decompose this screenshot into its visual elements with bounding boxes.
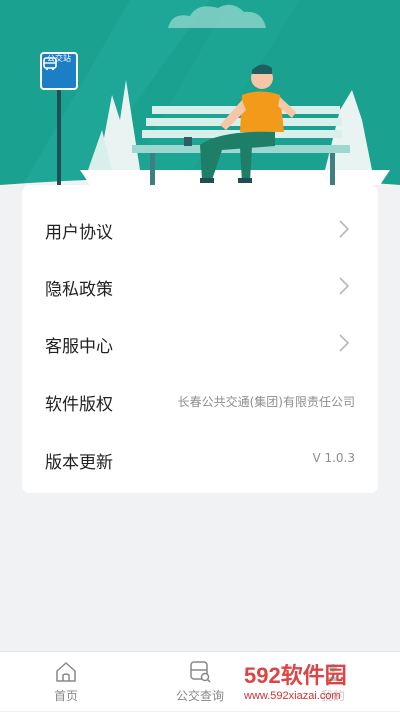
menu-item-user-agreement[interactable]: 用户协议	[22, 201, 378, 258]
home-icon	[56, 662, 76, 682]
site-watermark: 592软件园 www.592xiazai.com	[238, 652, 400, 711]
menu-item-label: 客服中心	[45, 337, 113, 357]
menu-item-customer-service[interactable]: 客服中心	[22, 315, 378, 372]
menu-item-label: 软件版权	[45, 395, 113, 415]
menu-item-label: 隐私政策	[45, 280, 113, 300]
chevron-right-icon	[339, 277, 350, 295]
menu-item-label: 版本更新	[45, 453, 113, 473]
chevron-right-icon	[339, 334, 350, 352]
settings-card: 用户协议 隐私政策 客服中心 软件版权 长春公共交通(集团)有限责任公司 版本更…	[22, 185, 378, 493]
menu-item-software-copyright: 软件版权 长春公共交通(集团)有限责任公司	[22, 373, 378, 430]
menu-item-version-update[interactable]: 版本更新 V 1.0.3	[22, 431, 378, 488]
menu-item-privacy-policy[interactable]: 隐私政策	[22, 258, 378, 315]
copyright-holder: 长春公共交通(集团)有限责任公司	[177, 395, 355, 409]
version-number: V 1.0.3	[312, 451, 355, 465]
menu-item-label: 用户协议	[45, 223, 113, 243]
bus-stop-sign: 公交站	[40, 52, 78, 90]
tab-bus-search[interactable]: 公交查询	[150, 652, 250, 712]
chevron-right-icon	[339, 220, 350, 238]
bus-icon	[43, 57, 57, 71]
tab-home[interactable]: 首页	[16, 652, 116, 712]
bus-stop-pole	[57, 90, 61, 190]
tab-home-label: 首页	[53, 689, 78, 703]
hero-illustration: 公交站	[0, 0, 400, 207]
watermark-logo-text: 592软件园	[244, 663, 347, 688]
tab-bus-search-label: 公交查询	[175, 689, 224, 703]
watermark-url: www.592xiazai.com	[244, 690, 341, 702]
bus-search-icon	[190, 661, 211, 683]
